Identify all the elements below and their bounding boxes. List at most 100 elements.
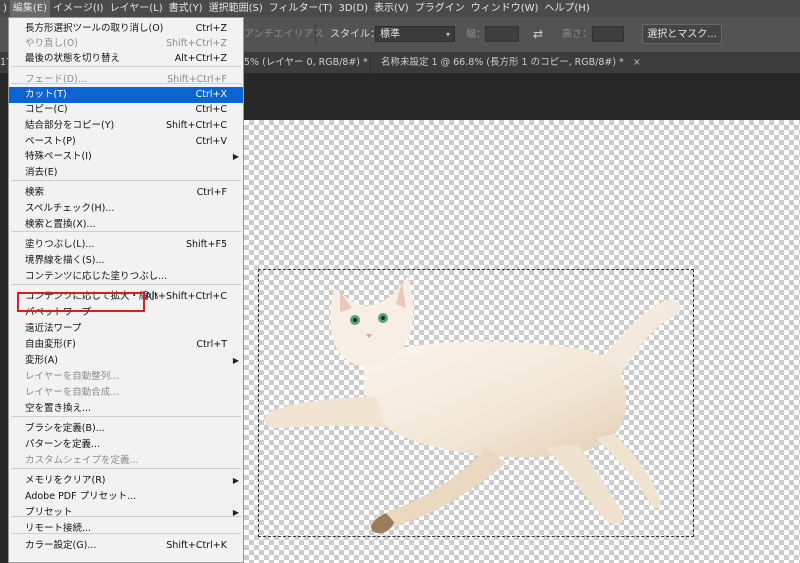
menu-item-6[interactable]: 3D(D) (335, 0, 371, 17)
edit-menu-item[interactable]: 自由変形(F) Ctrl+T (9, 337, 243, 353)
edit-menu-item[interactable]: コンテンツに応じた塗りつぶし... (9, 269, 243, 285)
menu-item-8[interactable]: プラグイン (412, 0, 468, 17)
menu-item-label: 変形(A) (25, 355, 58, 366)
menu-item-4[interactable]: 選択範囲(S) (206, 0, 266, 17)
menu-item-label: カラー設定(G)... (25, 540, 97, 551)
menu-item-9[interactable]: ウィンドウ(W) (468, 0, 542, 17)
menu-item-label: ペースト(P) (25, 136, 76, 147)
edit-menu-item[interactable]: 塗りつぶし(L)... Shift+F5 (9, 237, 243, 253)
menu-item-1[interactable]: イメージ(I) (50, 0, 107, 17)
menu-item-label: カスタムシェイプを定義... (25, 455, 139, 466)
edit-menu-item[interactable]: プリセット ▶ (9, 505, 243, 521)
menu-item-label: 自由変形(F) (25, 339, 76, 350)
menu-item-label: 検索と置換(X)... (25, 219, 96, 230)
menu-item-label: パペットワープ (25, 307, 91, 318)
edit-menu-item[interactable]: 検索 Ctrl+F (9, 185, 243, 201)
menu-edit[interactable]: 編集(E) (9, 0, 51, 17)
style-select-value: 標準 (380, 29, 400, 40)
edit-menu-item[interactable]: パペットワープ (9, 305, 243, 321)
edit-menu-item[interactable]: 検索と置換(X)... (9, 217, 243, 233)
edit-menu-item[interactable]: カラー設定(G)... Shift+Ctrl+K (9, 538, 243, 554)
menu-item-label: 検索 (25, 187, 45, 198)
edit-menu-item[interactable]: 変形(A) ▶ (9, 353, 243, 369)
menu-item-shortcut: Ctrl+F (196, 187, 227, 198)
edit-menu-item[interactable]: 空を置き換え... (9, 401, 243, 417)
menu-item-3[interactable]: 書式(Y) (166, 0, 206, 17)
menu-item-label: プリセット (25, 507, 73, 518)
menu-item-label: 最後の状態を切り替え (25, 53, 121, 64)
edit-menu-item[interactable]: コンテンツに応じて拡大・縮小 Alt+Shift+Ctrl+C (9, 289, 243, 305)
height-input[interactable] (592, 26, 624, 42)
antialias-checkbox-label[interactable]: アンチエイリアス (244, 17, 324, 52)
menu-item-label: スペルチェック(H)... (25, 203, 115, 214)
submenu-arrow-icon: ▶ (232, 152, 239, 161)
width-input[interactable] (485, 26, 519, 42)
edit-menu-item[interactable]: レイヤーを自動合成... (9, 385, 243, 401)
menu-item-shortcut: Ctrl+C (195, 104, 228, 115)
swap-icon[interactable]: ⇄ (533, 17, 543, 52)
edit-menu-item[interactable]: 遠近法ワープ (9, 321, 243, 337)
menu-item-label: リモート接続... (25, 523, 92, 534)
menu-item-label: 塗りつぶし(L)... (25, 239, 95, 250)
menu-item-label: やり直し(O) (25, 38, 78, 49)
edit-menu-item[interactable]: リモート接続... (9, 521, 243, 537)
style-select[interactable]: 標準 ▾ (375, 26, 455, 42)
edit-menu-item[interactable]: 特殊ペースト(I) ▶ (9, 149, 243, 165)
menu-item-label: 境界線を描く(S)... (25, 255, 105, 266)
document-tab-2[interactable]: 名称未設定 1 @ 66.8% (長方形 1 のコピー, RGB/8#) * × (370, 53, 641, 73)
edit-menu-item[interactable]: レイヤーを自動整列... (9, 369, 243, 385)
menu-item-shortcut: Alt+Ctrl+Z (174, 53, 227, 64)
menu-item-label: メモリをクリア(R) (25, 475, 106, 486)
menu-item-2[interactable]: レイヤー(L) (107, 0, 166, 17)
menu-item-label: コピー(C) (25, 104, 68, 115)
menu-item-shortcut: Ctrl+V (195, 136, 227, 147)
options-separator (315, 24, 316, 45)
edit-menu-item[interactable]: 結合部分をコピー(Y) Shift+Ctrl+C (9, 118, 243, 134)
tab-1-title: 5% (レイヤー 0, RGB/8#) * (244, 57, 368, 68)
edit-menu-item[interactable]: フェード(D)... Shift+Ctrl+F (9, 72, 243, 88)
menu-item-label: 空を置き換え... (25, 403, 92, 414)
edit-menu-item[interactable]: パターンを定義... (9, 437, 243, 453)
edit-menu-item[interactable]: Adobe PDF プリセット... (9, 489, 243, 505)
menu-partial-left[interactable]: ) (0, 0, 10, 17)
width-label: 幅： (466, 29, 486, 40)
edit-menu-item[interactable]: 消去(E) (9, 165, 243, 181)
edit-menu-dropdown: 長方形選択ツールの取り消し(O) Ctrl+Z やり直し(O) Shift+Ctrl+… (8, 17, 244, 563)
select-and-mask-button[interactable]: 選択とマスク... (642, 24, 722, 44)
edit-menu-item[interactable]: スペルチェック(H)... (9, 201, 243, 217)
menu-item-label: 結合部分をコピー(Y) (25, 120, 115, 131)
edit-menu-item[interactable]: 長方形選択ツールの取り消し(O) Ctrl+Z (9, 21, 243, 37)
edit-menu-item[interactable]: コピー(C) Ctrl+C (9, 102, 243, 118)
menu-item-label: Adobe PDF プリセット... (25, 491, 137, 502)
menu-item-label: コンテンツに応じて拡大・縮小 (25, 291, 159, 302)
height-label: 高さ： (562, 29, 592, 40)
edit-menu-item[interactable]: やり直し(O) Shift+Ctrl+Z (9, 36, 243, 52)
menu-bar: ) 編集(E) イメージ(I) レイヤー(L) 書式(Y) 選択範囲(S) フィルター(T… (0, 0, 800, 17)
menu-item-label: レイヤーを自動合成... (25, 387, 120, 398)
edit-menu-item[interactable]: カスタムシェイプを定義... (9, 453, 243, 469)
menu-item-shortcut: Ctrl+Z (195, 23, 227, 34)
menu-item-label: カット(T) (25, 89, 67, 100)
menu-item-7[interactable]: 表示(V) (371, 0, 412, 17)
document-tab-1[interactable]: 5% (レイヤー 0, RGB/8#) * × (244, 53, 368, 73)
edit-menu-item[interactable]: メモリをクリア(R) ▶ (9, 473, 243, 489)
cat-image (264, 276, 681, 534)
edit-menu-item[interactable]: ペースト(P) Ctrl+V (9, 134, 243, 150)
edit-menu-item[interactable]: カット(T) Ctrl+X (9, 87, 243, 103)
menu-item-label: 消去(E) (25, 167, 58, 178)
menu-item-shortcut: Shift+Ctrl+K (166, 540, 227, 551)
menu-item-label: フェード(D)... (25, 74, 87, 85)
edit-menu-item[interactable]: ブラシを定義(B)... (9, 421, 243, 437)
menu-item-label: コンテンツに応じた塗りつぶし... (25, 271, 168, 282)
close-icon[interactable]: × (633, 57, 641, 68)
menu-item-10[interactable]: ヘルプ(H) (541, 0, 592, 17)
chevron-down-icon: ▾ (445, 30, 450, 39)
menu-item-shortcut: Alt+Shift+Ctrl+C (145, 291, 227, 302)
edit-menu-item[interactable]: 最後の状態を切り替え Alt+Ctrl+Z (9, 51, 243, 67)
tab-2-title: 名称未設定 1 @ 66.8% (長方形 1 のコピー, RGB/8#) * (381, 57, 624, 68)
menu-item-5[interactable]: フィルター(T) (266, 0, 336, 17)
menu-item-label: 特殊ペースト(I) (25, 151, 92, 162)
menu-item-shortcut: Shift+F5 (185, 239, 227, 250)
edit-menu-item[interactable]: 境界線を描く(S)... (9, 253, 243, 269)
menu-item-label: パターンを定義... (25, 439, 101, 450)
